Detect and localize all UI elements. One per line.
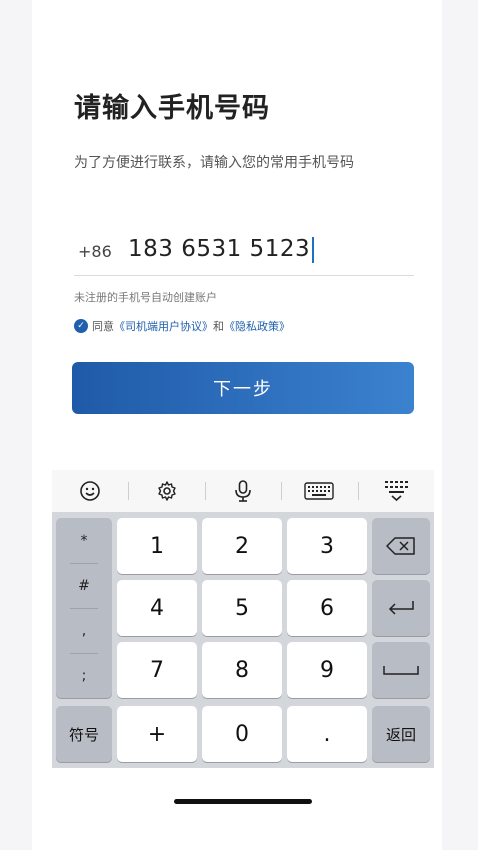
key-7[interactable]: 7 [117,642,197,698]
symbol-key-semicolon[interactable]: ; [56,653,112,698]
enter-key[interactable] [372,580,430,636]
key-5[interactable]: 5 [202,580,282,636]
numeric-keyboard: * # , ; 1 2 3 4 5 6 7 8 9 符号 + 0 . 返回 [52,470,434,768]
key-0[interactable]: 0 [202,706,282,762]
agreement-row: ✓ 同意 《司机端用户协议》 和 《隐私政策》 [74,318,290,334]
page-subtitle: 为了方便进行联系，请输入您的常用手机号码 [74,155,354,171]
login-screen: 请输入手机号码 为了方便进行联系，请输入您的常用手机号码 +86 183 653… [0,0,478,850]
driver-agreement-link[interactable]: 《司机端用户协议》 [114,318,213,334]
next-button[interactable]: 下一步 [72,362,414,414]
dot-key[interactable]: . [287,706,367,762]
keyboard-toolbar [52,470,434,512]
backspace-key[interactable] [372,518,430,574]
key-2[interactable]: 2 [202,518,282,574]
key-4[interactable]: 4 [117,580,197,636]
privacy-policy-link[interactable]: 《隐私政策》 [224,318,290,334]
microphone-icon[interactable] [204,470,281,512]
country-code[interactable]: +86 [78,242,112,261]
page-title: 请输入手机号码 [74,93,270,124]
text-caret [312,236,315,263]
agreement-prefix: 同意 [92,320,114,333]
symbol-column: * # , ; [56,518,112,698]
check-icon[interactable]: ✓ [74,319,88,333]
key-6[interactable]: 6 [287,580,367,636]
register-hint: 未注册的手机号自动创建账户 [74,291,217,304]
key-9[interactable]: 9 [287,642,367,698]
symbols-key[interactable]: 符号 [56,706,112,762]
plus-key[interactable]: + [117,706,197,762]
phone-input[interactable]: 183 6531 5123 [128,236,315,263]
key-1[interactable]: 1 [117,518,197,574]
space-key[interactable] [372,642,430,698]
enter-icon [388,601,414,615]
backspace-icon [386,537,415,555]
symbol-key-hash[interactable]: # [56,563,112,608]
hide-keyboard-icon[interactable] [357,470,434,512]
home-indicator[interactable] [174,799,312,804]
keyboard-icon[interactable] [281,470,357,512]
space-icon [383,666,419,675]
agreement-joiner: 和 [213,320,224,333]
key-8[interactable]: 8 [202,642,282,698]
emoji-icon[interactable] [52,470,128,512]
symbol-key-comma[interactable]: , [56,608,112,653]
key-3[interactable]: 3 [287,518,367,574]
phone-input-row[interactable]: +86 183 6531 5123 [74,232,414,276]
phone-value: 183 6531 5123 [128,236,311,262]
symbol-key-asterisk[interactable]: * [56,518,112,563]
return-key[interactable]: 返回 [372,706,430,762]
gear-icon[interactable] [128,470,204,512]
